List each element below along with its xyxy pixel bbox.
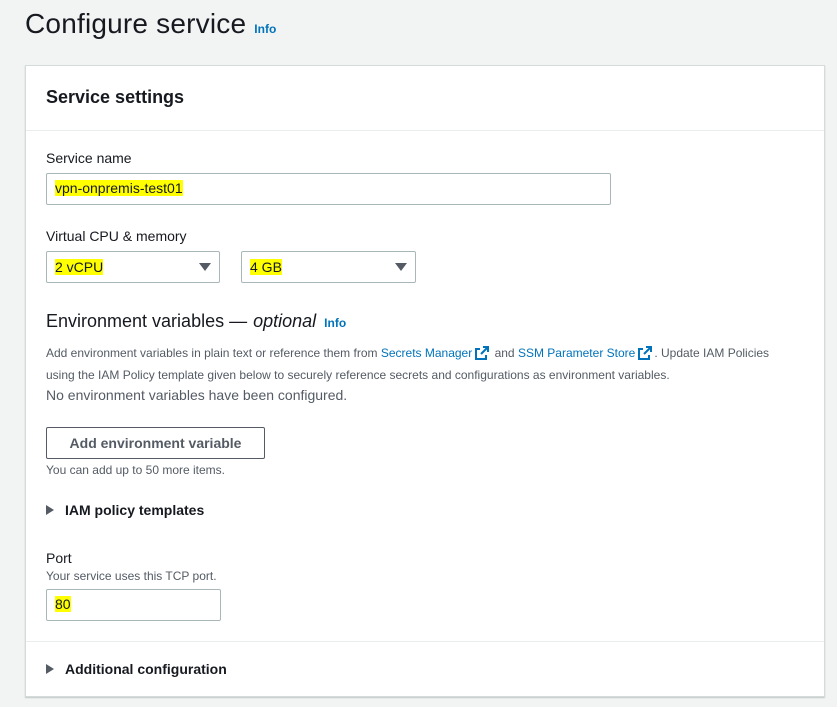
port-value: 80 [55, 596, 71, 612]
service-name-label: Service name [46, 150, 132, 166]
caret-right-icon [46, 664, 54, 674]
env-vars-description: Add environment variables in plain text … [46, 342, 806, 386]
env-vars-heading: Environment variables — optional Info [46, 311, 346, 332]
memory-value: 4 GB [250, 259, 282, 275]
additional-configuration-label: Additional configuration [65, 661, 227, 677]
cpu-value: 2 vCPU [55, 259, 104, 275]
ssm-link-text: SSM Parameter Store [517, 346, 636, 360]
panel-header: Service settings [26, 66, 824, 131]
caret-right-icon [46, 505, 54, 515]
iam-policy-templates-label: IAM policy templates [65, 502, 205, 518]
page-info-link[interactable]: Info [254, 22, 276, 36]
memory-select[interactable]: 4 GB [241, 251, 416, 283]
external-link-icon [638, 346, 653, 360]
cpu-select[interactable]: 2 vCPU [46, 251, 220, 283]
env-limit-hint: You can add up to 50 more items. [46, 463, 226, 477]
service-name-input[interactable]: vpn-onpremis-test01 [46, 173, 611, 205]
page-title: Configure service [25, 8, 247, 39]
chevron-down-icon [199, 263, 211, 271]
external-link-icon [475, 346, 490, 360]
ssm-parameter-store-link[interactable]: SSM Parameter Store [518, 346, 654, 360]
service-settings-panel: Service settings Service name vpn-onprem… [25, 65, 825, 697]
env-vars-optional: optional [253, 311, 317, 331]
env-desc-update: . Update IAM Policies [654, 346, 770, 360]
panel-divider [26, 641, 824, 642]
chevron-down-icon [395, 263, 407, 271]
iam-policy-templates-expander[interactable]: IAM policy templates [46, 502, 204, 518]
env-vars-title: Environment variables — [46, 311, 248, 331]
port-hint: Your service uses this TCP port. [46, 569, 217, 583]
secrets-manager-link[interactable]: Secrets Manager [381, 346, 491, 360]
service-name-value: vpn-onpremis-test01 [55, 180, 183, 196]
env-empty-message: No environment variables have been confi… [46, 387, 348, 403]
env-desc-text: Add environment variables in plain text … [46, 346, 378, 360]
env-desc-iam: using the IAM Policy template given belo… [46, 368, 670, 382]
secrets-manager-link-text: Secrets Manager [380, 346, 473, 360]
env-info-link[interactable]: Info [324, 316, 346, 330]
compute-label: Virtual CPU & memory [46, 228, 187, 244]
port-input[interactable]: 80 [46, 589, 221, 621]
page-header: Configure service Info [25, 8, 276, 40]
additional-configuration-expander[interactable]: Additional configuration [46, 661, 227, 677]
add-environment-variable-button[interactable]: Add environment variable [46, 427, 265, 459]
env-desc-and: and [494, 346, 515, 360]
panel-title: Service settings [46, 87, 185, 107]
port-label: Port [46, 550, 72, 566]
